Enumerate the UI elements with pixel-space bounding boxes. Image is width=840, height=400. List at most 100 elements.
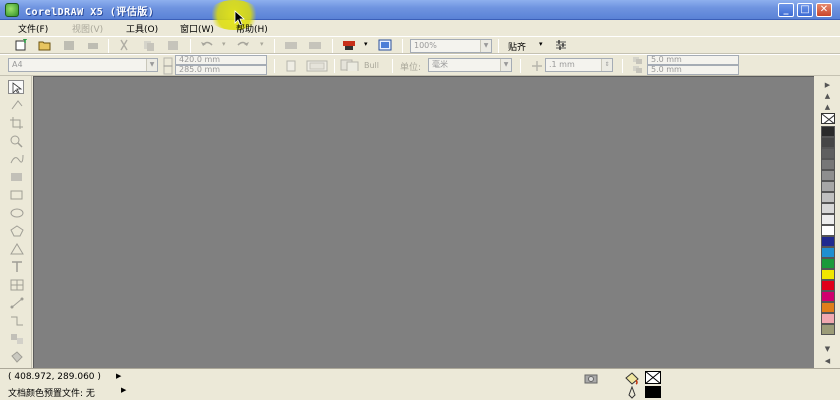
color-profile-status[interactable]: 文档颜色预置文件: 无 [8, 386, 95, 399]
portrait-icon[interactable] [284, 60, 298, 72]
undo-dropdown-icon[interactable]: ▾ [222, 40, 226, 48]
basic-shapes-tool-icon[interactable] [9, 242, 25, 256]
dimension-tool-icon[interactable] [9, 296, 25, 310]
nudge-distance-field[interactable]: .1 mm ⇕ [545, 58, 613, 72]
export-icon[interactable] [308, 39, 322, 51]
freehand-tool-icon[interactable] [9, 152, 25, 166]
color-swatch[interactable] [821, 159, 835, 170]
toolbox [0, 76, 32, 368]
polygon-tool-icon[interactable] [9, 224, 25, 238]
ellipse-tool-icon[interactable] [9, 206, 25, 220]
pick-tool-icon[interactable] [8, 80, 24, 94]
open-folder-icon[interactable] [38, 39, 52, 51]
palette-expand-button[interactable]: ▶ [820, 80, 835, 90]
color-swatch[interactable] [821, 236, 835, 247]
color-profile-arrow-icon[interactable]: ▶ [121, 386, 126, 394]
rectangle-tool-icon[interactable] [9, 188, 25, 202]
toolbar-separator [274, 39, 275, 53]
duplicate-distance-x-value: 5.0 mm [651, 55, 682, 64]
duplicate-distance-x-field[interactable]: 5.0 mm [647, 55, 739, 65]
zoom-tool-icon[interactable] [9, 134, 25, 148]
color-swatch[interactable] [821, 214, 835, 225]
nudge-distance-value: .1 mm [549, 60, 575, 69]
snap-dropdown-icon[interactable]: ▾ [539, 40, 543, 48]
toolbar-separator [190, 39, 191, 53]
crop-tool-icon[interactable] [9, 116, 25, 130]
title-bar[interactable]: CorelDRAW X5 (评估版) _ □ ✕ [0, 0, 840, 20]
color-swatch[interactable] [821, 291, 835, 302]
color-swatch[interactable] [821, 280, 835, 291]
close-button[interactable]: ✕ [816, 3, 832, 17]
import-icon[interactable] [284, 39, 298, 51]
zoom-level-value: 100% [414, 41, 437, 50]
page-width-field[interactable]: 420.0 mm [175, 55, 267, 65]
undo-icon[interactable] [200, 39, 214, 51]
units-dropdown-icon[interactable]: ▼ [500, 59, 511, 71]
options-icon[interactable] [554, 39, 568, 51]
maximize-button[interactable]: □ [797, 3, 813, 17]
minimize-button[interactable]: _ [778, 3, 794, 17]
menu-window[interactable]: 窗口(W) [180, 22, 214, 35]
zoom-dropdown-icon[interactable]: ▼ [480, 40, 491, 52]
color-swatch[interactable] [821, 302, 835, 313]
snap-to-menu[interactable]: 贴齐 [508, 40, 526, 53]
launcher-dropdown-icon[interactable]: ▾ [364, 40, 368, 48]
blend-tool-icon[interactable] [9, 332, 25, 346]
fill-tool-icon[interactable] [9, 350, 25, 364]
copy-icon[interactable] [142, 39, 156, 51]
coordinates-arrow-icon[interactable]: ▶ [116, 372, 121, 380]
color-swatch[interactable] [821, 148, 835, 159]
units-select[interactable]: 毫米 ▼ [428, 58, 512, 72]
redo-dropdown-icon[interactable]: ▾ [260, 40, 264, 48]
coreldraw-icon[interactable] [5, 3, 19, 17]
paper-size-value: A4 [12, 60, 23, 69]
color-swatch[interactable] [821, 192, 835, 203]
color-swatch[interactable] [821, 247, 835, 258]
table-tool-icon[interactable] [9, 278, 25, 292]
zoom-level-field[interactable]: 100% ▼ [410, 39, 492, 53]
menu-view[interactable]: 视图(V) [72, 22, 103, 35]
color-swatch[interactable] [821, 126, 835, 137]
palette-collapse-button[interactable]: ◀ [820, 356, 835, 366]
all-pages-icon[interactable] [340, 59, 360, 71]
connector-tool-icon[interactable] [9, 314, 25, 328]
duplicate-distance-y-field[interactable]: 5.0 mm [647, 65, 739, 75]
color-swatch[interactable] [821, 203, 835, 214]
print-icon[interactable] [86, 39, 100, 51]
save-icon[interactable] [62, 39, 76, 51]
application-launcher-icon[interactable] [342, 39, 356, 51]
color-swatch[interactable] [821, 258, 835, 269]
menu-tools[interactable]: 工具(O) [126, 22, 158, 35]
camera-icon [584, 374, 598, 384]
paper-size-select[interactable]: A4 ▼ [8, 58, 158, 72]
text-tool-icon[interactable] [9, 260, 25, 274]
color-swatch[interactable] [821, 170, 835, 181]
palette-scroll-up-button[interactable]: ▲ [820, 91, 835, 101]
landscape-icon[interactable] [306, 60, 328, 72]
color-swatch[interactable] [821, 137, 835, 148]
drawing-canvas[interactable] [33, 76, 814, 368]
cursor-coordinates: ( 408.972, 289.060 ) [8, 372, 101, 382]
color-swatch[interactable] [821, 313, 835, 324]
status-bar: ( 408.972, 289.060 ) ▶ 文档颜色预置文件: 无 ▶ [0, 368, 840, 400]
redo-icon[interactable] [236, 39, 250, 51]
smart-fill-tool-icon[interactable] [9, 170, 25, 184]
palette-scroll-down-button[interactable]: ▼ [820, 344, 835, 354]
shape-tool-icon[interactable] [9, 98, 25, 112]
color-swatch[interactable] [821, 324, 835, 335]
new-document-icon[interactable] [14, 39, 28, 51]
standard-toolbar: ▾ ▾ ▾ 100% ▼ 贴齐 ▾ [0, 36, 840, 54]
paste-icon[interactable] [166, 39, 180, 51]
palette-scroll-up-button-2[interactable]: ▲ [820, 102, 835, 112]
paper-size-dropdown-icon[interactable]: ▼ [146, 59, 157, 71]
cut-icon[interactable] [118, 39, 132, 51]
welcome-screen-icon[interactable] [378, 39, 392, 51]
menu-file[interactable]: 文件(F) [18, 22, 48, 35]
color-swatch[interactable] [821, 225, 835, 236]
page-height-field[interactable]: 285.0 mm [175, 65, 267, 75]
color-swatch[interactable] [821, 181, 835, 192]
nudge-spinner-icon[interactable]: ⇕ [601, 59, 612, 71]
no-color-swatch-icon[interactable] [821, 113, 835, 124]
color-swatch[interactable] [821, 269, 835, 280]
menu-help[interactable]: 帮助(H) [236, 22, 268, 35]
